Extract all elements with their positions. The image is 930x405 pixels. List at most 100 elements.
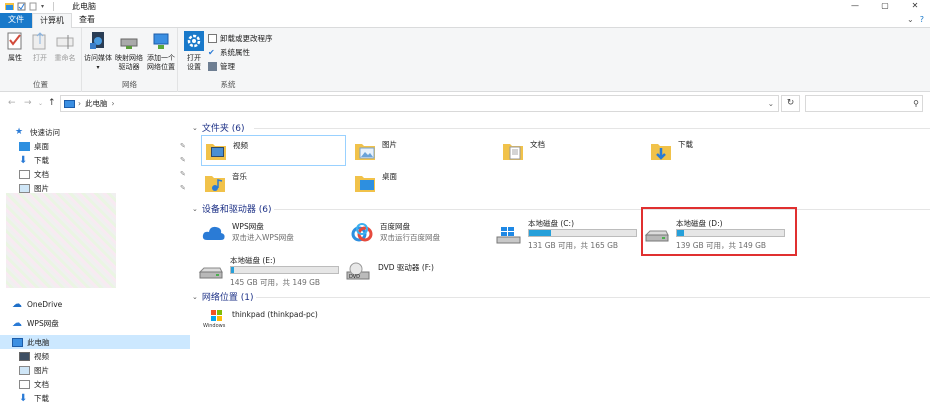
- rename-button[interactable]: 重命名: [52, 30, 78, 63]
- computer-icon: [12, 337, 23, 347]
- nav-onedrive[interactable]: ☁ OneDrive: [0, 297, 190, 311]
- access-media-icon: [90, 32, 104, 49]
- access-media-dropdown-icon: ▾: [96, 64, 100, 71]
- network-computer-thinkpad[interactable]: Windows thinkpad (thinkpad-pc): [192, 305, 340, 335]
- title-bar: ▾ 此电脑 — ▢ ✕: [0, 0, 930, 13]
- pictures-icon: [19, 365, 30, 375]
- pictures-folder-icon: [355, 143, 375, 160]
- ribbon-tabs: 文件 计算机 查看 ⌄ ?: [0, 12, 930, 29]
- properties-icon: [7, 32, 22, 50]
- breadcrumb-chevron-icon[interactable]: ›: [112, 99, 115, 108]
- search-input[interactable]: ⚲: [805, 95, 923, 112]
- devices-section-header[interactable]: ⌄ 设备和驱动器 (6): [192, 202, 272, 216]
- map-drive-icon: [120, 38, 138, 49]
- address-dropdown-icon[interactable]: ⌄: [768, 99, 774, 108]
- pin-icon[interactable]: ✎: [180, 184, 186, 192]
- maximize-button[interactable]: ▢: [870, 0, 900, 13]
- nav-qa-downloads[interactable]: ⬇ 下载 ✎: [0, 153, 190, 167]
- open-button[interactable]: 打开: [29, 30, 51, 63]
- divider: [254, 128, 930, 129]
- settings-gear-icon: [184, 31, 204, 51]
- pin-icon[interactable]: ✎: [180, 170, 186, 178]
- location-group-label: 位置: [33, 80, 48, 89]
- system-properties-button[interactable]: ✔ 系统属性: [208, 46, 273, 58]
- network-section-header[interactable]: ⌄ 网络位置 (1): [192, 290, 254, 304]
- drive-c[interactable]: 本地磁盘 (C:) 131 GB 可用，共 165 GB: [490, 215, 638, 251]
- folder-downloads[interactable]: 下载: [647, 135, 792, 166]
- dvd-drive-icon: DVD: [346, 262, 370, 280]
- folders-section-header[interactable]: ⌄ 文件夹 (6): [192, 121, 245, 135]
- folder-music[interactable]: 音乐: [201, 167, 346, 198]
- folder-pictures[interactable]: 图片: [351, 135, 496, 166]
- tab-computer[interactable]: 计算机: [32, 12, 72, 29]
- help-icon[interactable]: ?: [920, 15, 924, 24]
- map-drive-button[interactable]: 映射网络 驱动器: [113, 30, 145, 72]
- collapse-chevron-icon[interactable]: ⌄: [192, 124, 198, 132]
- nav-pc-videos[interactable]: 视频: [0, 349, 190, 363]
- qa-divider-icon: [53, 2, 54, 11]
- minimize-button[interactable]: —: [840, 0, 870, 13]
- pin-icon[interactable]: ✎: [180, 142, 186, 150]
- system-group-label: 系统: [220, 80, 236, 89]
- navigation-pane: ★ 快速访问 桌面 ✎ ⬇ 下载 ✎ 文档 ✎ 图片 ✎ ☁ OneDrive ☁ WP…: [0, 115, 190, 403]
- app-icon: [5, 2, 14, 11]
- close-button[interactable]: ✕: [900, 0, 930, 13]
- folder-documents[interactable]: 文档: [499, 135, 644, 166]
- windows-drive-icon: [496, 227, 521, 244]
- download-arrow-icon: ⬇: [19, 392, 28, 404]
- nav-pc-downloads[interactable]: ⬇ 下载: [0, 391, 190, 405]
- location-group: 属性 打开 重命名 位置: [0, 28, 82, 92]
- customize-qa-icon[interactable]: ▾: [41, 2, 50, 11]
- uninstall-program-button[interactable]: 卸载或更改程序: [208, 32, 273, 44]
- divider: [274, 209, 930, 210]
- properties-qa-icon[interactable]: [17, 2, 26, 11]
- folder-videos[interactable]: 视频: [201, 135, 346, 166]
- nav-pc-pictures[interactable]: 图片: [0, 363, 190, 377]
- new-folder-qa-icon[interactable]: [29, 2, 38, 11]
- desktop-folder-icon: [355, 175, 375, 192]
- rename-icon: [56, 35, 74, 49]
- wps-cloud-icon: [202, 226, 225, 240]
- nav-this-pc[interactable]: 此电脑: [0, 335, 190, 349]
- nav-qa-desktop[interactable]: 桌面 ✎: [0, 139, 190, 153]
- nav-wps[interactable]: ☁ WPS网盘: [0, 316, 190, 330]
- windows-logo-text: Windows: [203, 323, 226, 329]
- tab-view[interactable]: 查看: [72, 13, 102, 28]
- baidu-netdisk-item[interactable]: 百度网盘 双击运行百度网盘: [340, 218, 488, 248]
- add-network-location-button[interactable]: 添加一个 网络位置: [145, 30, 177, 72]
- up-arrow-icon[interactable]: ↑: [48, 98, 56, 108]
- nav-pc-documents[interactable]: 文档: [0, 377, 190, 391]
- wps-cloud-item[interactable]: WPS网盘 双击进入WPS网盘: [192, 218, 340, 248]
- open-settings-button[interactable]: 打开 设置: [182, 30, 206, 72]
- forward-arrow-icon[interactable]: →: [24, 98, 32, 108]
- recent-dropdown-icon[interactable]: ⌄: [38, 100, 43, 107]
- drive-e[interactable]: 本地磁盘 (E:) 145 GB 可用，共 149 GB: [192, 252, 340, 288]
- expand-ribbon-icon[interactable]: ⌄: [907, 15, 914, 24]
- baidu-netdisk-icon: [351, 223, 373, 242]
- network-group-label: 网络: [122, 80, 137, 89]
- nav-qa-documents[interactable]: 文档 ✎: [0, 167, 190, 181]
- wps-cloud-icon: ☁: [12, 317, 22, 329]
- refresh-icon: ↻: [786, 98, 795, 108]
- cloud-icon: ☁: [12, 298, 22, 310]
- manage-button[interactable]: 管理: [208, 60, 273, 72]
- collapse-chevron-icon[interactable]: ⌄: [192, 205, 198, 213]
- drive-e-usage-bar: [230, 266, 339, 274]
- collapse-chevron-icon[interactable]: ⌄: [192, 293, 198, 301]
- add-network-location-icon: [153, 33, 169, 49]
- breadcrumb-this-pc[interactable]: 此电脑: [85, 98, 108, 109]
- drive-f-dvd[interactable]: DVD DVD 驱动器 (F:): [340, 252, 488, 288]
- address-row: ← → ⌄ ↑ › 此电脑 › ⌄ ↻ ⚲: [0, 92, 930, 115]
- access-media-button[interactable]: 访问媒体 ▾: [82, 30, 114, 72]
- nav-quick-access[interactable]: ★ 快速访问: [0, 125, 190, 139]
- download-arrow-icon: ⬇: [19, 154, 28, 166]
- desktop-icon: [19, 141, 30, 151]
- back-arrow-icon[interactable]: ←: [8, 98, 16, 108]
- address-bar[interactable]: › 此电脑 › ⌄: [60, 95, 779, 112]
- pin-icon[interactable]: ✎: [180, 156, 186, 164]
- refresh-button[interactable]: ↻: [781, 95, 800, 112]
- properties-button[interactable]: 属性: [4, 30, 26, 63]
- star-icon: ★: [15, 126, 24, 137]
- folder-desktop[interactable]: 桌面: [351, 167, 496, 198]
- tab-file[interactable]: 文件: [0, 12, 32, 28]
